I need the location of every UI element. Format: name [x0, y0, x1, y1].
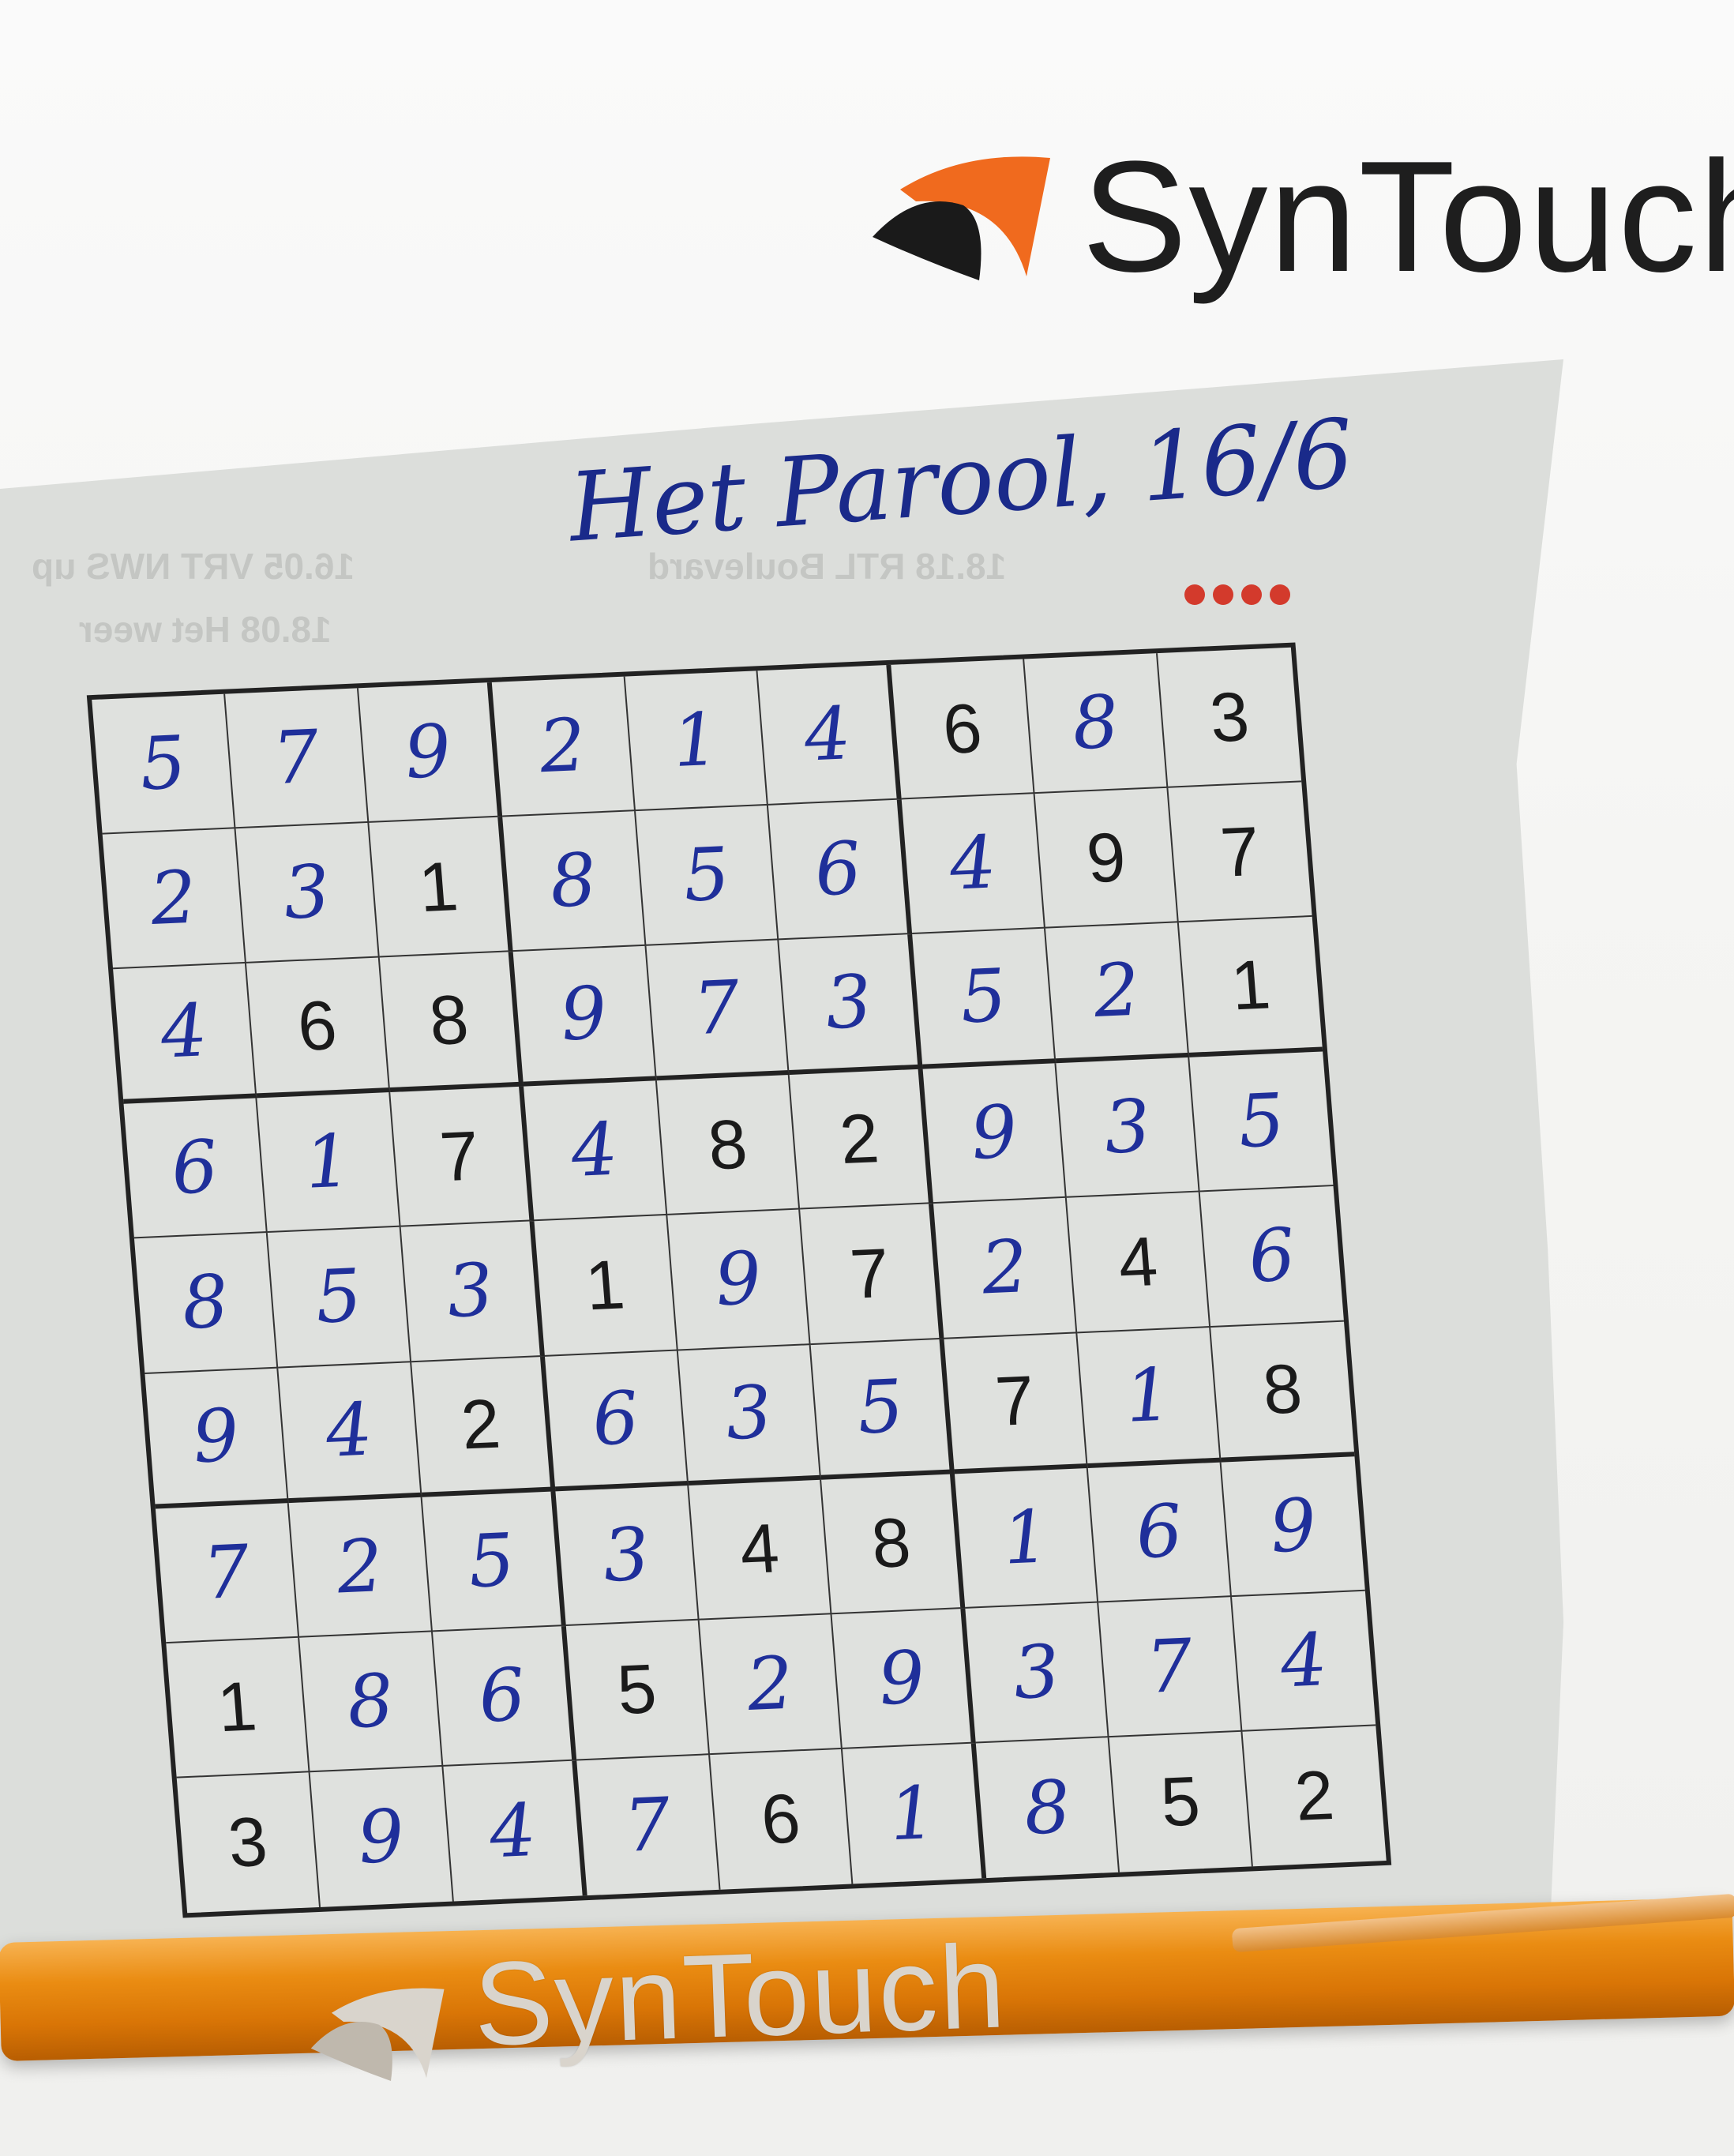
- sudoku-cell-handwritten: 6: [544, 1350, 689, 1492]
- sudoku-cell-handwritten: 9: [831, 1608, 977, 1749]
- sudoku-cell-handwritten: 3: [400, 1221, 545, 1362]
- sudoku-cell-handwritten: 6: [1199, 1186, 1344, 1328]
- sudoku-cell-handwritten: 3: [779, 934, 923, 1076]
- sudoku-cell-handwritten: 2: [699, 1614, 843, 1756]
- sudoku-cell-handwritten: 7: [155, 1502, 300, 1643]
- sudoku-cell-handwritten: 8: [1024, 653, 1169, 794]
- sudoku-cell-handwritten: 7: [1098, 1596, 1243, 1737]
- sudoku-cell-printed: 8: [1210, 1321, 1355, 1463]
- sudoku-cell-handwritten: 7: [224, 688, 370, 829]
- letterhead-brand-text: SynTouch: [1082, 129, 1734, 305]
- sudoku-cell-handwritten: 2: [1045, 922, 1190, 1064]
- sudoku-cell-printed: 6: [246, 957, 391, 1099]
- sudoku-cell-handwritten: 2: [102, 828, 246, 970]
- pen-logo-icon: [310, 1988, 445, 2081]
- sudoku-cell-handwritten: 4: [902, 794, 1046, 935]
- sudoku-cell-handwritten: 5: [267, 1227, 411, 1369]
- sudoku-cell-handwritten: 2: [288, 1497, 433, 1638]
- sudoku-cell-handwritten: 5: [422, 1491, 566, 1632]
- bleed-through-text: 18.08 Het weer: [79, 609, 332, 650]
- sudoku-cell-printed: 3: [1158, 647, 1302, 788]
- sudoku-cell-printed: 3: [176, 1772, 321, 1914]
- sudoku-cell-handwritten: 3: [965, 1602, 1109, 1744]
- sudoku-cell-printed: 9: [1034, 787, 1179, 929]
- sudoku-cell-handwritten: 5: [1189, 1051, 1334, 1193]
- sudoku-cell-printed: 6: [891, 659, 1035, 800]
- sudoku-cell-printed: 4: [1067, 1192, 1211, 1333]
- sudoku-cell-printed: 6: [709, 1748, 854, 1890]
- sudoku-cell-printed: 2: [790, 1069, 934, 1210]
- sudoku-cell-handwritten: 9: [666, 1209, 812, 1351]
- sudoku-cell-printed: 8: [379, 952, 524, 1093]
- sudoku-cell-handwritten: 1: [1077, 1327, 1222, 1468]
- sudoku-cell-printed: 1: [1178, 917, 1323, 1058]
- sudoku-cell-handwritten: 5: [811, 1339, 955, 1480]
- difficulty-dot: [1241, 584, 1262, 605]
- sudoku-cell-printed: 7: [800, 1204, 944, 1345]
- sudoku-cell-printed: 7: [944, 1332, 1088, 1474]
- bleed-through-text: 16.05 VRT NWS up: [32, 546, 355, 587]
- sudoku-cell-handwritten: 4: [443, 1760, 587, 1902]
- pen-brand-text: SynTouch: [471, 1919, 1009, 2071]
- sudoku-cell-printed: 2: [411, 1356, 556, 1497]
- sudoku-cell-handwritten: 1: [843, 1743, 987, 1884]
- sudoku-cell-handwritten: 8: [299, 1632, 444, 1773]
- sudoku-cell-printed: 5: [565, 1620, 710, 1761]
- syntouch-logo-icon: [873, 156, 1050, 280]
- sudoku-cell-printed: 2: [1292, 1756, 1337, 1836]
- difficulty-dot: [1184, 584, 1205, 605]
- sudoku-cell-printed: 8: [656, 1075, 801, 1216]
- sudoku-cell-handwritten: 2: [933, 1198, 1078, 1339]
- sudoku-cell-handwritten: 6: [1087, 1462, 1233, 1603]
- sudoku-cell-handwritten: 6: [123, 1098, 268, 1239]
- sudoku-cell-handwritten: 1: [955, 1467, 1099, 1609]
- sudoku-cell-handwritten: 9: [512, 945, 657, 1087]
- sudoku-cell-printed: 1: [534, 1215, 678, 1357]
- sudoku-cell-handwritten: 4: [1232, 1591, 1376, 1732]
- sudoku-cell-handwritten: 8: [501, 811, 647, 952]
- sudoku-cell-handwritten: 4: [113, 963, 257, 1105]
- sudoku-cell-printed: 7: [1168, 782, 1312, 923]
- sudoku-cell-handwritten: 9: [922, 1063, 1068, 1204]
- sudoku-cell-handwritten: 5: [912, 928, 1057, 1069]
- sudoku-cell-handwritten: 4: [523, 1080, 667, 1222]
- difficulty-dot: [1213, 584, 1233, 605]
- sudoku-cell-handwritten: 9: [1221, 1455, 1365, 1597]
- sudoku-cell-handwritten: 3: [555, 1485, 700, 1626]
- sudoku-cell-printed: 1: [369, 817, 513, 958]
- sudoku-cell-printed: 4: [688, 1479, 832, 1621]
- sudoku-cell-handwritten: 9: [144, 1368, 289, 1509]
- difficulty-rating: [1184, 584, 1290, 605]
- sudoku-cell-handwritten: 8: [134, 1233, 279, 1374]
- sudoku-cell-printed: 1: [166, 1637, 310, 1779]
- sudoku-cell-handwritten: 3: [235, 823, 380, 964]
- sudoku-cell-printed: 5: [1109, 1731, 1253, 1872]
- sudoku-cell-handwritten: 2: [491, 676, 636, 817]
- sudoku-cell-handwritten: 4: [757, 664, 903, 806]
- sudoku-cell-handwritten: 1: [625, 670, 769, 812]
- sudoku-cell-handwritten: 6: [768, 799, 913, 941]
- sudoku-cell-handwritten: 3: [677, 1344, 822, 1486]
- sudoku-cell-handwritten: 5: [92, 693, 236, 835]
- sudoku-cell-handwritten: 3: [1056, 1057, 1200, 1199]
- sudoku-cell-handwritten: 7: [576, 1755, 721, 1896]
- sudoku-cell-handwritten: 7: [646, 940, 790, 1081]
- sudoku-grid: 5792146832318564974689735216174829358531…: [86, 642, 1392, 1918]
- sudoku-cell-handwritten: 6: [432, 1625, 576, 1767]
- difficulty-dot: [1270, 584, 1290, 605]
- sudoku-cell-printed: 8: [821, 1473, 966, 1615]
- sudoku-cell-handwritten: 4: [278, 1362, 422, 1503]
- sudoku-cell-printed: 7: [390, 1087, 535, 1228]
- sudoku-cell-handwritten: 9: [310, 1766, 454, 1907]
- sudoku-cell-handwritten: 8: [976, 1737, 1120, 1879]
- sudoku-cell-handwritten: 9: [358, 682, 502, 824]
- sudoku-cell-handwritten: 1: [257, 1092, 401, 1234]
- sudoku-cell-handwritten: 5: [635, 805, 779, 946]
